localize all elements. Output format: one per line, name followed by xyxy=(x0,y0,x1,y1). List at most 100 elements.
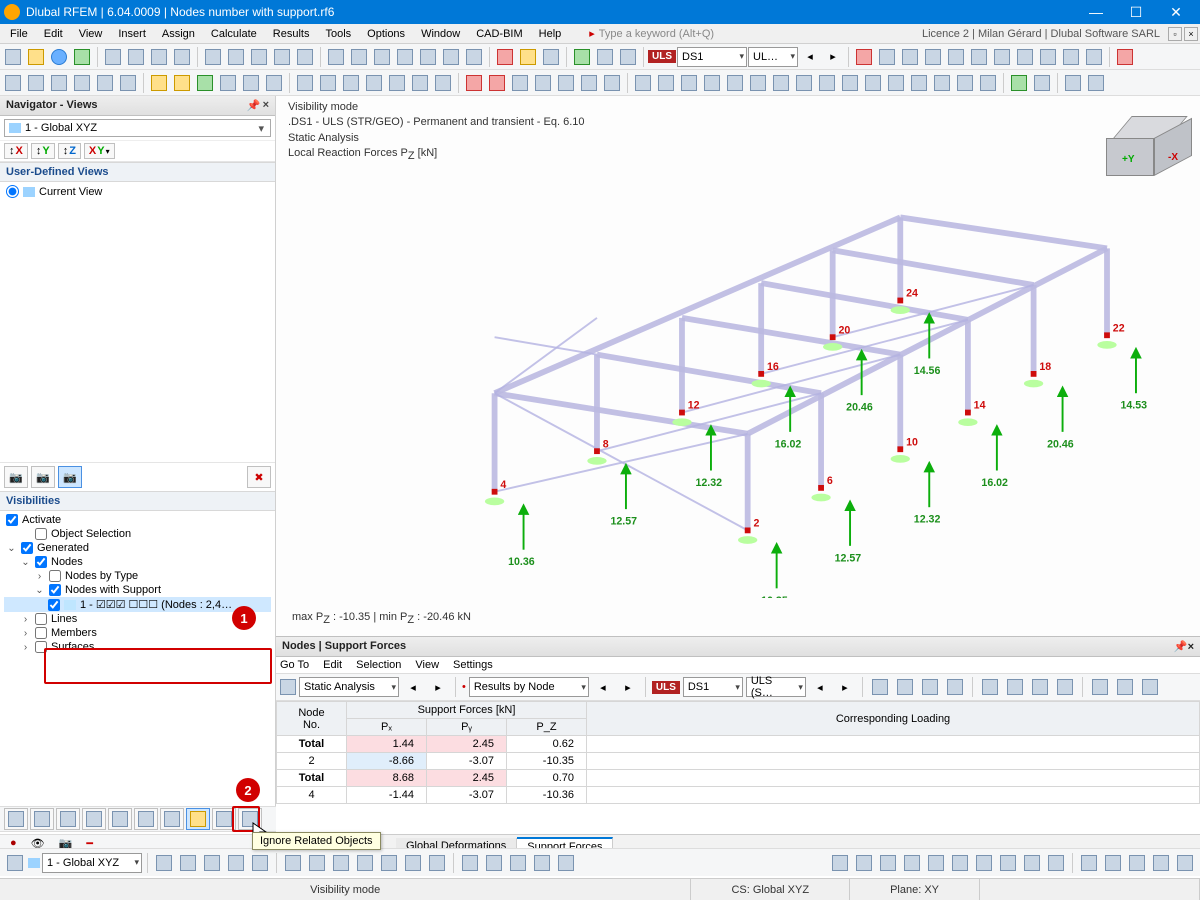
bt-btn[interactable] xyxy=(225,852,247,874)
current-view-row[interactable]: Current View xyxy=(4,184,271,199)
cs-dropdown[interactable]: 1 - Global XYZ xyxy=(4,119,271,137)
tb2-btn[interactable] xyxy=(1031,72,1053,94)
bt-btn[interactable] xyxy=(1045,852,1067,874)
activate-checkbox[interactable] xyxy=(6,514,18,526)
res-tb-btn[interactable] xyxy=(1004,676,1026,698)
tb1-btn[interactable] xyxy=(617,46,639,68)
bt-btn[interactable] xyxy=(330,852,352,874)
tb1-btn[interactable] xyxy=(71,46,93,68)
tb1-btn[interactable] xyxy=(202,46,224,68)
tb2-btn[interactable] xyxy=(601,72,623,94)
tb1-btn[interactable] xyxy=(594,46,616,68)
expand-icon[interactable]: › xyxy=(20,628,31,639)
tb1-btn[interactable] xyxy=(991,46,1013,68)
tb2-btn[interactable] xyxy=(71,72,93,94)
menu-window[interactable]: Window xyxy=(413,26,468,42)
tb1-btn[interactable] xyxy=(1114,46,1136,68)
bt-btn[interactable] xyxy=(1102,852,1124,874)
tb2-btn[interactable] xyxy=(632,72,654,94)
menu-file[interactable]: File xyxy=(2,26,36,42)
res-menu-view[interactable]: View xyxy=(415,659,439,671)
expand-icon[interactable]: ⌄ xyxy=(34,585,45,596)
tb2-btn[interactable] xyxy=(294,72,316,94)
expand-icon[interactable]: › xyxy=(20,614,31,625)
res-tb-btn[interactable] xyxy=(1139,676,1161,698)
bt-btn[interactable] xyxy=(1078,852,1100,874)
bt-btn[interactable] xyxy=(853,852,875,874)
close-button[interactable]: ✕ xyxy=(1156,0,1196,24)
tb1-btn[interactable] xyxy=(2,46,24,68)
bt-btn[interactable] xyxy=(177,852,199,874)
tb2-btn[interactable] xyxy=(240,72,262,94)
res-tb-btn[interactable] xyxy=(979,676,1001,698)
axis-xy-button[interactable]: XY▾ xyxy=(84,143,115,159)
results-table[interactable]: NodeNo. Support Forces [kN] Correspondin… xyxy=(276,701,1200,804)
tb1-btn[interactable] xyxy=(294,46,316,68)
bt-btn[interactable] xyxy=(282,852,304,874)
tb2-btn[interactable] xyxy=(94,72,116,94)
generated-row[interactable]: ⌄Generated xyxy=(4,541,271,555)
tb2-btn[interactable] xyxy=(317,72,339,94)
axis-x-button[interactable]: ↕X xyxy=(4,143,28,159)
keyword-search[interactable]: ▸ Type a keyword (Alt+Q) xyxy=(589,27,922,40)
pin-icon[interactable]: 📌 xyxy=(1174,641,1188,653)
tb1-btn[interactable] xyxy=(271,46,293,68)
tb2-btn[interactable] xyxy=(171,72,193,94)
tb2-btn[interactable] xyxy=(1085,72,1107,94)
workspace-close-button[interactable]: × xyxy=(1184,27,1198,41)
res-tb-btn[interactable] xyxy=(1054,676,1076,698)
res-tb-btn[interactable] xyxy=(869,676,891,698)
tb2-btn[interactable] xyxy=(816,72,838,94)
tb1-btn[interactable] xyxy=(945,46,967,68)
tb1-btn[interactable] xyxy=(371,46,393,68)
tb2-btn[interactable] xyxy=(555,72,577,94)
tb2-btn[interactable] xyxy=(432,72,454,94)
res-tb-btn[interactable] xyxy=(894,676,916,698)
expand-icon[interactable]: › xyxy=(34,571,45,582)
tb2-btn[interactable] xyxy=(678,72,700,94)
tb2-btn[interactable] xyxy=(194,72,216,94)
tb2-btn[interactable] xyxy=(386,72,408,94)
tb2-btn[interactable] xyxy=(1008,72,1030,94)
panel-close-icon[interactable]: × xyxy=(1188,641,1194,653)
ds1-drop[interactable]: DS1 xyxy=(683,677,743,697)
res-menu-settings[interactable]: Settings xyxy=(453,659,493,671)
nav-right-button[interactable]: ▸ xyxy=(617,676,639,698)
tb1-btn[interactable] xyxy=(463,46,485,68)
bt-btn[interactable] xyxy=(997,852,1019,874)
res-tb-btn[interactable] xyxy=(1029,676,1051,698)
table-row[interactable]: 2-8.66-3.07-10.35 xyxy=(277,753,1200,770)
nav-bt-7[interactable] xyxy=(160,808,184,830)
res-menu-edit[interactable]: Edit xyxy=(323,659,342,671)
tb1-btn[interactable] xyxy=(899,46,921,68)
tb2-btn[interactable] xyxy=(263,72,285,94)
nav-left-button[interactable]: ◂ xyxy=(809,676,831,698)
th-pz[interactable]: P_Z xyxy=(507,719,587,736)
bt-btn[interactable] xyxy=(877,852,899,874)
tb1-btn[interactable] xyxy=(1014,46,1036,68)
tb2-btn[interactable] xyxy=(954,72,976,94)
th-px[interactable]: Pₓ xyxy=(347,719,427,736)
tb2-btn[interactable] xyxy=(747,72,769,94)
tb2-btn[interactable] xyxy=(117,72,139,94)
bt-btn[interactable] xyxy=(402,852,424,874)
menu-help[interactable]: Help xyxy=(531,26,570,42)
res-tb-btn[interactable] xyxy=(919,676,941,698)
members-checkbox[interactable] xyxy=(35,627,47,639)
bt-btn[interactable] xyxy=(354,852,376,874)
tb1-btn[interactable] xyxy=(48,46,70,68)
results-by-drop[interactable]: Results by Node xyxy=(469,677,589,697)
nodes-row[interactable]: ⌄Nodes xyxy=(4,555,271,569)
tb2-btn[interactable] xyxy=(532,72,554,94)
tb2-btn[interactable] xyxy=(793,72,815,94)
tb2-btn[interactable] xyxy=(578,72,600,94)
bt-btn[interactable] xyxy=(306,852,328,874)
obj-sel-checkbox[interactable] xyxy=(35,528,47,540)
tb2-btn[interactable] xyxy=(931,72,953,94)
current-view-radio[interactable] xyxy=(6,185,19,198)
support-item-row[interactable]: 1 - ☑☑☑ ☐☐☐ (Nodes : 2,4… xyxy=(4,597,271,612)
tb1-btn[interactable] xyxy=(25,46,47,68)
tb1-btn[interactable] xyxy=(102,46,124,68)
nav-left-button[interactable]: ◂ xyxy=(402,676,424,698)
bt-btn[interactable] xyxy=(1150,852,1172,874)
